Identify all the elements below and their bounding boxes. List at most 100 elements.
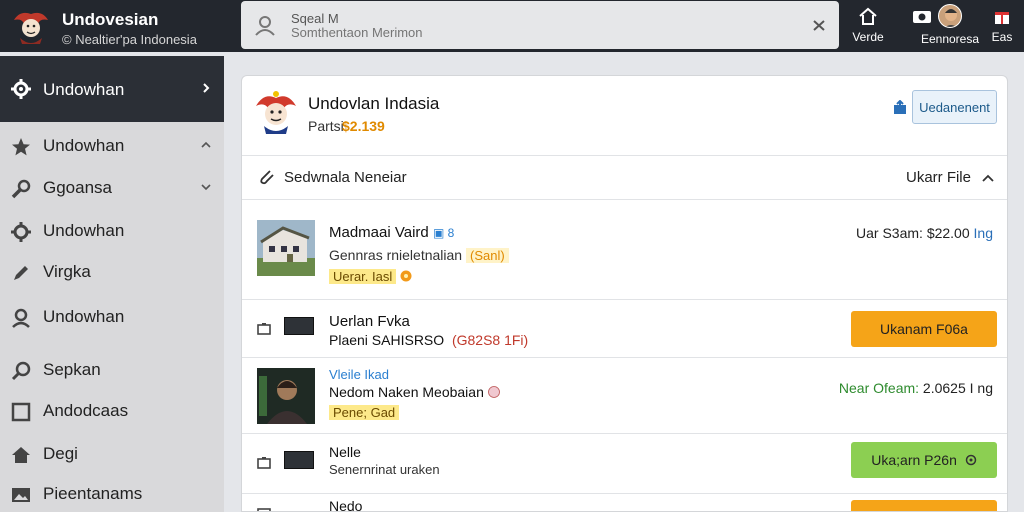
- section-title: Sedwnala Neneiar: [284, 169, 407, 186]
- sidebar-item-virgka[interactable]: Virgka: [0, 252, 224, 292]
- row-subtitle: Plaeni SAHISRSO (G82S8 1Fi): [329, 332, 529, 348]
- paperclip-icon: [260, 170, 274, 185]
- search-input[interactable]: [291, 23, 771, 41]
- row-meta: (G82S8 1Fi): [451, 332, 529, 348]
- section-action[interactable]: Ukarr File: [906, 169, 971, 186]
- coin-icon: [400, 270, 412, 282]
- emoji-icon: [487, 386, 500, 398]
- sidebar-item-label: Undowhan: [43, 80, 125, 99]
- row-title-badge: ▣ 8: [432, 226, 455, 240]
- row-action-button[interactable]: Uka;arn P26n: [851, 442, 997, 478]
- sidebar-item-ggoansa[interactable]: Ggoansa: [0, 168, 224, 208]
- sidebar-item-undowhan-4[interactable]: Undowhan: [0, 297, 224, 337]
- top-action-label: Eennoresa: [920, 32, 980, 46]
- garuda-logo-icon: [14, 12, 48, 44]
- sidebar-item-label: Degi: [43, 444, 78, 463]
- user-silhouette-icon: [255, 16, 275, 36]
- list-item[interactable]: Nedo: [242, 494, 1007, 512]
- row-subtitle: Senernrinat uraken: [329, 462, 440, 477]
- sidebar-item-label: Andodcaas: [43, 401, 129, 420]
- sidebar-item-label: Undowhan: [43, 307, 125, 326]
- row-subtitle-tag: (Sanl): [465, 248, 509, 263]
- sidebar-item-label: Undowhan: [43, 136, 125, 155]
- sidebar: Undowhan Undowhan Ggoansa Undowhan Virgk…: [0, 56, 224, 512]
- upload-icon[interactable]: [892, 100, 908, 116]
- person-thumbnail: [257, 368, 315, 424]
- pen-icon: [14, 266, 28, 280]
- sidebar-item-sepkan[interactable]: Sepkan: [0, 350, 224, 390]
- gift-icon: [995, 12, 1009, 24]
- home-icon: [859, 7, 877, 25]
- brand-subtitle: © Nealtier'pa Indonesia: [62, 32, 197, 47]
- sidebar-item-label: Undowhan: [43, 221, 125, 240]
- top-action-label: Verde: [852, 30, 884, 44]
- chevron-down-icon: [201, 184, 211, 191]
- user-icon: [12, 308, 30, 328]
- row-tag-wrap: Pene; Gad: [329, 404, 400, 420]
- camera-icon: [257, 323, 271, 335]
- sidebar-item-primary[interactable]: Undowhan: [0, 56, 224, 122]
- camera-icon: [257, 457, 271, 469]
- square-icon: [11, 402, 31, 422]
- row-action-button[interactable]: Ukanam F06a: [851, 311, 997, 347]
- list-item[interactable]: Uerlan Fvka Plaeni SAHISRSO (G82S8 1Fi) …: [242, 300, 1007, 358]
- list-item[interactable]: Madmaai Vaird ▣ 8 Gennras rnieletnalian …: [242, 200, 1007, 300]
- star-icon: [12, 138, 30, 156]
- row-link[interactable]: Vleile Ikad: [329, 367, 389, 382]
- brand-title: Undovesian: [62, 10, 159, 29]
- update-button[interactable]: Uedanenent: [912, 90, 997, 124]
- mini-thumbnail: [284, 317, 314, 335]
- row-subtitle: Gennras rnieletnalian (Sanl): [329, 247, 509, 263]
- row-price: Near Ofeam: 2.0625 I ng: [838, 380, 993, 396]
- sidebar-item-undowhan-2[interactable]: Undowhan: [0, 126, 224, 166]
- sidebar-item-degi[interactable]: Degi: [0, 434, 224, 474]
- list-item[interactable]: Vleile Ikad Nedom Naken Meobaian Pene; G…: [242, 358, 1007, 434]
- gear-icon: [11, 79, 31, 99]
- panel-header: Undovlan Indasia Partsi $2.139 Uedanenen…: [242, 76, 1007, 156]
- top-action-profile[interactable]: Eennoresa: [920, 4, 980, 50]
- chevron-down-icon[interactable]: [809, 15, 829, 35]
- home-icon: [12, 447, 30, 463]
- top-action-home[interactable]: Verde: [838, 6, 898, 50]
- row-title: Madmaai Vaird ▣ 8: [329, 224, 455, 241]
- mini-thumbnail: [284, 451, 314, 469]
- main-panel: Undovlan Indasia Partsi $2.139 Uedanenen…: [241, 75, 1008, 512]
- sidebar-item-pieentanams[interactable]: Pieentanams: [0, 474, 224, 512]
- panel-title: Undovlan Indasia: [308, 94, 440, 113]
- top-action-gift[interactable]: Eas: [972, 6, 1024, 50]
- panel-price-label: Partsi: [308, 118, 344, 134]
- sidebar-item-label: Virgka: [43, 262, 91, 281]
- search-icon: [11, 361, 31, 381]
- row-action-button[interactable]: [851, 500, 997, 511]
- row-title: Nedom Naken Meobaian: [329, 384, 500, 400]
- sidebar-item-undowhan-3[interactable]: Undowhan: [0, 211, 224, 251]
- sidebar-item-label: Pieentanams: [43, 484, 143, 503]
- sidebar-item-label: Ggoansa: [43, 178, 112, 197]
- avatar: [938, 4, 962, 28]
- brand[interactable]: Undovesian © Nealtier'pa Indonesia: [10, 4, 240, 48]
- camera-icon: [257, 508, 271, 511]
- chevron-up-icon: [201, 141, 211, 148]
- settings-dot-icon: [965, 454, 976, 466]
- sidebar-item-andodcaas[interactable]: Andodcaas: [0, 391, 224, 431]
- row-tag: Pene; Gad: [329, 405, 400, 420]
- house-thumbnail: [257, 220, 315, 276]
- row-tag-wrap: Uerar. Iasl: [329, 268, 412, 284]
- garuda-avatar-icon: [256, 91, 296, 134]
- row-title: Uerlan Fvka: [329, 313, 410, 330]
- list-item[interactable]: Nelle Senernrinat uraken Uka;arn P26n: [242, 434, 1007, 494]
- row-tag: Uerar. Iasl: [329, 269, 397, 284]
- row-title: Nedo: [329, 498, 363, 512]
- search-box[interactable]: Sqeal M: [241, 1, 839, 49]
- section-header: Sedwnala Neneiar Ukarr File: [242, 156, 1007, 200]
- chevron-up-icon[interactable]: [981, 171, 995, 185]
- row-title: Nelle: [329, 444, 361, 460]
- top-bar: Undovesian © Nealtier'pa Indonesia Sqeal…: [0, 0, 1024, 52]
- panel-price-value: $2.139: [342, 118, 385, 134]
- sidebar-item-label: Sepkan: [43, 360, 101, 379]
- top-action-label: Eas: [991, 30, 1013, 44]
- chevron-right-icon: [203, 83, 210, 93]
- row-price: Uar S3am: $22.00 Ing: [856, 225, 993, 241]
- sidebar-item-undowhan[interactable]: Undowhan: [0, 56, 224, 122]
- gear-icon: [11, 222, 31, 242]
